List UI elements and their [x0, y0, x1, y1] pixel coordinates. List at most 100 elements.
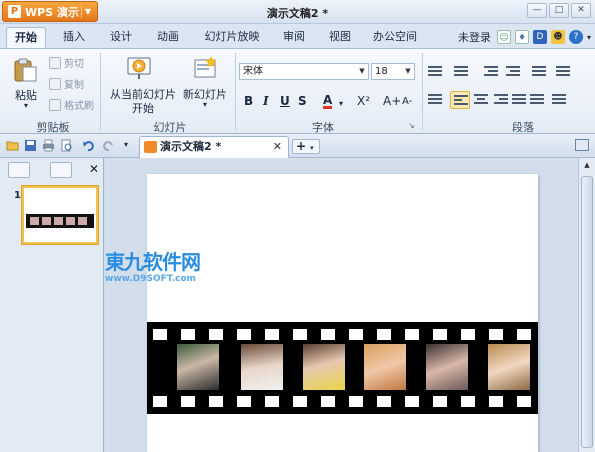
print-icon[interactable] — [42, 139, 55, 152]
cut-button[interactable]: 剪切 — [49, 55, 84, 70]
divider — [422, 53, 423, 131]
font-size-select[interactable]: 18 ▼ — [371, 63, 415, 80]
help-icon[interactable]: ? — [568, 30, 583, 44]
tab-animation[interactable]: 动画 — [150, 27, 186, 48]
tab-design[interactable]: 设计 — [103, 27, 139, 48]
thumbnail-film-strip — [26, 214, 94, 228]
format-painter-label: 格式刷 — [64, 101, 94, 112]
columns-icon[interactable] — [556, 66, 570, 78]
login-status[interactable]: 未登录 — [458, 29, 491, 45]
align-center-icon[interactable] — [474, 94, 488, 106]
align-left-button[interactable] — [450, 91, 470, 109]
vertical-scrollbar[interactable]: ▲ — [578, 158, 595, 452]
copy-button[interactable]: 复制 — [49, 76, 84, 91]
photo-frame — [364, 344, 406, 390]
tab-office-space[interactable]: 办公空间 — [366, 27, 424, 48]
clipboard-group-label: 剪贴板 — [36, 121, 70, 134]
strikethrough-button[interactable]: S — [298, 94, 307, 108]
font-size-value: 18 — [375, 66, 388, 77]
justify-icon[interactable] — [512, 94, 526, 106]
paragraph-group-label: 段落 — [512, 121, 534, 134]
align-left-icon — [454, 95, 468, 107]
quick-access-bar: ▾ 演示文稿2 * ✕ + ▾ — [0, 134, 595, 158]
numbered-list-icon[interactable] — [454, 66, 468, 78]
chevron-down-icon[interactable]: ▾ — [18, 101, 34, 110]
underline-button[interactable]: U — [280, 94, 290, 108]
new-tab-button[interactable]: + ▾ — [292, 139, 320, 154]
save-icon[interactable] — [24, 139, 37, 152]
increase-indent-icon[interactable] — [506, 66, 520, 78]
font-family-select[interactable]: 宋体 ▼ — [239, 63, 369, 80]
chevron-down-icon[interactable]: ▼ — [356, 64, 368, 79]
chevron-down-icon[interactable]: ▾ — [310, 144, 314, 152]
play-slideshow-icon[interactable] — [126, 55, 152, 81]
distribute-icon[interactable] — [530, 94, 544, 106]
outline-tab[interactable] — [8, 162, 30, 178]
docer-icon[interactable]: D — [532, 30, 547, 44]
scrollbar-thumb[interactable] — [581, 176, 593, 448]
tab-home[interactable]: 开始 — [6, 27, 46, 48]
chevron-down-icon[interactable]: ▾ — [339, 99, 343, 108]
open-folder-icon[interactable] — [6, 139, 19, 152]
photo-frame — [488, 344, 530, 390]
chevron-down-icon[interactable]: ▾ — [198, 100, 212, 109]
cut-label: 剪切 — [64, 59, 84, 70]
film-hole — [517, 396, 531, 407]
slide-editing-area — [105, 158, 578, 452]
chevron-down-icon[interactable]: ▼ — [402, 64, 414, 79]
format-painter-button[interactable]: 格式刷 — [49, 97, 94, 112]
film-hole — [405, 329, 419, 340]
vertical-align-icon[interactable] — [552, 94, 566, 106]
grow-font-button[interactable]: A+ — [383, 94, 401, 108]
slide-canvas[interactable] — [147, 174, 538, 452]
close-window-button[interactable]: ✕ — [571, 3, 591, 18]
slide-thumbnail[interactable] — [22, 186, 98, 244]
user-icon[interactable]: ☺ — [496, 30, 511, 44]
film-hole — [321, 329, 335, 340]
film-hole — [377, 396, 391, 407]
dialog-launcher-icon[interactable]: ↘ — [408, 121, 415, 130]
film-hole — [377, 329, 391, 340]
tab-review[interactable]: 审阅 — [276, 27, 312, 48]
font-color-button[interactable]: A — [323, 94, 333, 109]
film-hole — [489, 329, 503, 340]
print-preview-icon[interactable] — [60, 139, 73, 152]
tab-slideshow[interactable]: 幻灯片放映 — [198, 27, 266, 48]
undo-icon[interactable] — [82, 139, 95, 152]
document-tab[interactable]: 演示文稿2 * ✕ — [139, 136, 289, 158]
window-layout-icon[interactable] — [575, 139, 589, 151]
maximize-button[interactable]: □ — [549, 3, 569, 18]
tab-insert[interactable]: 插入 — [56, 27, 92, 48]
close-tab-icon[interactable]: ✕ — [273, 137, 282, 157]
film-hole — [433, 396, 447, 407]
film-hole — [265, 396, 279, 407]
align-right-icon[interactable] — [494, 94, 508, 106]
minimize-button[interactable]: — — [527, 3, 547, 18]
superscript-button[interactable]: X² — [357, 94, 370, 108]
decrease-indent-icon[interactable] — [484, 66, 498, 78]
text-direction-icon[interactable] — [428, 94, 442, 106]
photo-frame — [303, 344, 345, 390]
window-title: 演示文稿2 * — [266, 7, 329, 20]
italic-button[interactable]: I — [263, 94, 269, 108]
film-strip-image[interactable] — [147, 322, 538, 414]
bold-button[interactable]: B — [244, 94, 253, 108]
bullet-list-icon[interactable] — [428, 66, 442, 78]
paste-icon[interactable] — [12, 57, 38, 83]
shirt-icon[interactable]: ♦ — [514, 30, 529, 44]
shrink-font-button[interactable]: A- — [402, 96, 412, 107]
watermark-text: 東九软件网 — [105, 250, 201, 274]
close-panel-icon[interactable]: ✕ — [89, 162, 99, 176]
film-hole — [209, 329, 223, 340]
avatar-icon[interactable]: ☻ — [550, 30, 565, 44]
scroll-up-icon[interactable]: ▲ — [581, 161, 593, 173]
new-slide-icon[interactable] — [192, 55, 218, 81]
slides-tab[interactable] — [50, 162, 72, 178]
line-spacing-icon[interactable] — [532, 66, 546, 78]
scissors-icon — [49, 56, 61, 69]
tab-view[interactable]: 视图 — [322, 27, 358, 48]
redo-icon[interactable] — [102, 139, 115, 152]
font-group-label: 字体 — [312, 121, 334, 134]
chevron-down-icon[interactable]: ▾ — [587, 33, 591, 42]
chevron-down-icon[interactable]: ▾ — [124, 140, 128, 149]
